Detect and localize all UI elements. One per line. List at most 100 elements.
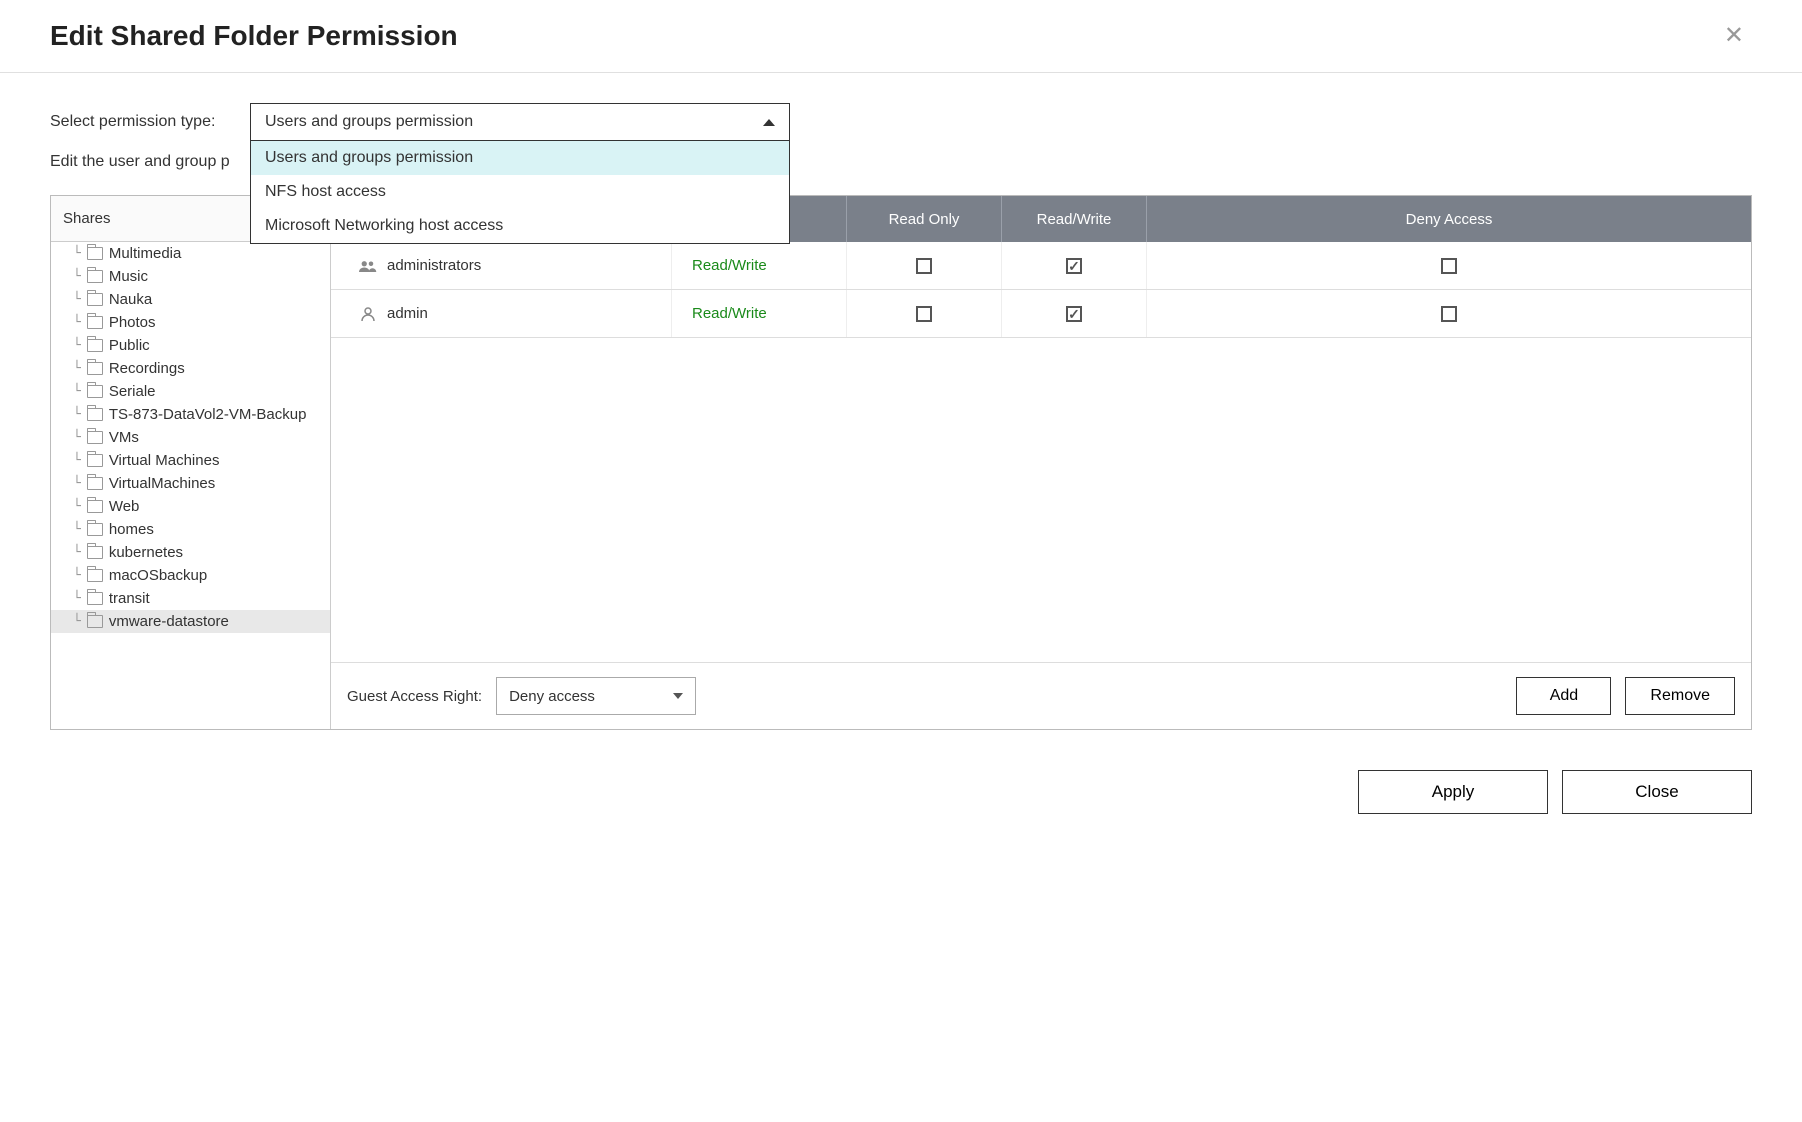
permission-type-label: Select permission type: [50, 113, 230, 131]
share-item[interactable]: └Public [51, 334, 330, 357]
share-item[interactable]: └ Nauka [51, 288, 330, 311]
shares-pane: Shares └Multimedia└Music└Nauka└Photos└Pu… [51, 196, 331, 729]
tree-branch-icon: └ [73, 315, 81, 330]
edit-permission-dialog: Edit Shared Folder Permission ✕ Select p… [0, 0, 1802, 1122]
bottom-bar: Guest Access Right: Deny access Add Remo… [331, 662, 1751, 729]
tree-branch-icon: └ [73, 384, 81, 399]
tree-branch-icon: └ [73, 591, 81, 606]
read-only-checkbox[interactable] [916, 258, 932, 274]
folder-icon [87, 615, 103, 628]
folder-icon [87, 339, 103, 352]
share-name: Photos [109, 314, 156, 331]
folder-icon [87, 592, 103, 605]
share-item[interactable]: └VMs [51, 426, 330, 449]
read-write-checkbox[interactable] [1066, 258, 1082, 274]
share-name: homes [109, 521, 154, 538]
guest-access-select[interactable]: Deny access [496, 677, 696, 715]
folder-icon [87, 385, 103, 398]
permission-row: adminRead/Write [331, 290, 1751, 338]
share-name: Multimedia [109, 245, 182, 262]
share-name: Public [109, 337, 150, 354]
share-item[interactable]: └ transit [51, 587, 330, 610]
chevron-down-icon [673, 693, 683, 699]
dialog-header: Edit Shared Folder Permission ✕ [0, 0, 1802, 73]
share-item[interactable]: └ Music [51, 265, 330, 288]
close-button[interactable]: Close [1562, 770, 1752, 814]
share-name: macOSbackup [109, 567, 207, 584]
add-button[interactable]: Add [1516, 677, 1611, 715]
tree-branch-icon: └ [73, 453, 81, 468]
tree-branch-icon: └ [73, 292, 81, 307]
folder-icon [87, 523, 103, 536]
share-item[interactable]: └ Virtual Machines [51, 449, 330, 472]
dropdown-selected-value: Users and groups permission [265, 113, 473, 131]
dropdown-option[interactable]: Microsoft Networking host access [251, 209, 789, 243]
dropdown-menu: Users and groups permission NFS host acc… [250, 141, 790, 244]
share-item[interactable]: └ Photos [51, 311, 330, 334]
chevron-up-icon [763, 119, 775, 126]
folder-icon [87, 546, 103, 559]
read-write-checkbox[interactable] [1066, 306, 1082, 322]
share-name: Seriale [109, 383, 156, 400]
permission-type-dropdown[interactable]: Users and groups permission Users and gr… [250, 103, 790, 141]
folder-icon [87, 500, 103, 513]
share-item[interactable]: └VirtualMachines [51, 472, 330, 495]
share-name: Music [109, 268, 148, 285]
user-icon [359, 306, 377, 322]
permission-row: administratorsRead/Write [331, 242, 1751, 290]
permissions-pane: Permissions Preview Read Only Read/Write… [331, 196, 1751, 729]
preview-value: Read/Write [692, 257, 767, 274]
share-name: Nauka [109, 291, 152, 308]
tree-branch-icon: └ [73, 522, 81, 537]
tree-branch-icon: └ [73, 361, 81, 376]
dropdown-trigger[interactable]: Users and groups permission [250, 103, 790, 141]
permissions-rows: administratorsRead/WriteadminRead/Write [331, 242, 1751, 662]
folder-icon [87, 316, 103, 329]
share-name: kubernetes [109, 544, 183, 561]
dropdown-option[interactable]: NFS host access [251, 175, 789, 209]
shares-list[interactable]: └Multimedia└Music└Nauka└Photos└Public└Re… [51, 242, 330, 729]
tree-branch-icon: └ [73, 499, 81, 514]
dropdown-option[interactable]: Users and groups permission [251, 141, 789, 175]
share-item[interactable]: └kubernetes [51, 541, 330, 564]
folder-icon [87, 408, 103, 421]
deny-access-checkbox[interactable] [1441, 258, 1457, 274]
share-item[interactable]: └vmware-datastore [51, 610, 330, 633]
deny-access-checkbox[interactable] [1441, 306, 1457, 322]
close-icon[interactable]: ✕ [1716, 20, 1752, 52]
dialog-footer: Apply Close [0, 750, 1802, 844]
tree-branch-icon: └ [73, 407, 81, 422]
share-name: Recordings [109, 360, 185, 377]
share-name: VirtualMachines [109, 475, 215, 492]
apply-button[interactable]: Apply [1358, 770, 1548, 814]
group-icon [359, 258, 377, 274]
share-item[interactable]: └ macOSbackup [51, 564, 330, 587]
share-item[interactable]: └ Multimedia [51, 242, 330, 265]
tree-branch-icon: └ [73, 269, 81, 284]
col-header-deny-access: Deny Access [1146, 196, 1751, 242]
remove-button[interactable]: Remove [1625, 677, 1735, 715]
folder-icon [87, 270, 103, 283]
dialog-title: Edit Shared Folder Permission [50, 20, 458, 52]
guest-access-label: Guest Access Right: [347, 688, 482, 705]
folder-icon [87, 477, 103, 490]
folder-icon [87, 431, 103, 444]
share-name: VMs [109, 429, 139, 446]
share-item[interactable]: └Web [51, 495, 330, 518]
principal-name: admin [387, 305, 428, 322]
folder-icon [87, 362, 103, 375]
col-header-read-write: Read/Write [1001, 196, 1146, 242]
share-item[interactable]: └ homes [51, 518, 330, 541]
share-item[interactable]: └ Seriale [51, 380, 330, 403]
share-name: transit [109, 590, 150, 607]
share-item[interactable]: └ Recordings [51, 357, 330, 380]
share-name: Virtual Machines [109, 452, 220, 469]
share-item[interactable]: └TS-873-DataVol2-VM-Backup [51, 403, 330, 426]
read-only-checkbox[interactable] [916, 306, 932, 322]
tree-branch-icon: └ [73, 246, 81, 261]
col-header-read-only: Read Only [846, 196, 1001, 242]
dialog-body: Select permission type: Users and groups… [0, 73, 1802, 750]
permission-type-row: Select permission type: Users and groups… [50, 103, 1752, 141]
tree-branch-icon: └ [73, 568, 81, 583]
folder-icon [87, 454, 103, 467]
